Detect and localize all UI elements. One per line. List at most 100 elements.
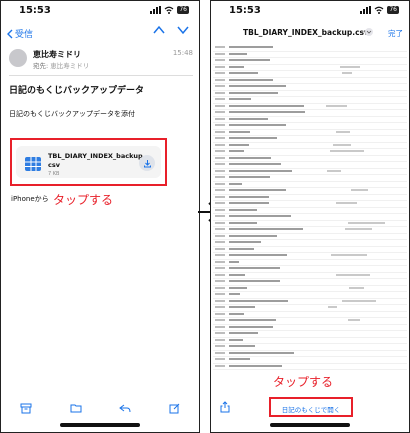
back-button[interactable]: 受信 — [7, 27, 33, 40]
csv-cell — [333, 143, 351, 146]
csv-cell — [229, 280, 280, 282]
csv-cell — [229, 169, 292, 172]
file-preview-screen: 15:53 76 TBL_DIARY_INDEX_backup.csv 完了 タ… — [210, 0, 410, 433]
mail-screen: 15:53 76 受信 恵比寿ミドリ 宛先: 恵比寿ミドリ 15:48 日記のもく… — [0, 0, 200, 433]
csv-cell — [229, 260, 239, 263]
csv-cell — [215, 78, 225, 81]
csv-cell — [215, 286, 225, 289]
csv-cell — [349, 286, 364, 289]
csv-cell — [229, 202, 269, 204]
reply-icon[interactable] — [119, 403, 131, 413]
csv-cell — [215, 345, 225, 347]
csv-cell — [229, 325, 273, 328]
csv-cell — [215, 234, 225, 237]
csv-cell — [229, 189, 286, 191]
file-title: TBL_DIARY_INDEX_backup.csv — [243, 28, 369, 37]
share-icon[interactable] — [219, 401, 231, 413]
csv-cell — [215, 247, 225, 250]
csv-cell — [229, 208, 257, 211]
wifi-icon — [374, 6, 384, 14]
csv-preview — [213, 45, 407, 385]
mail-subject: 日記のもくじバックアップデータ — [9, 86, 145, 96]
attachment-card[interactable]: TBL_DIARY_INDEX_backup.csv 7 KB — [16, 146, 161, 178]
csv-cell — [327, 169, 341, 172]
title-menu-button[interactable] — [365, 28, 373, 36]
csv-cell — [229, 319, 276, 321]
csv-cell — [215, 280, 225, 282]
status-bar: 15:53 76 — [1, 1, 199, 21]
download-button[interactable] — [139, 155, 155, 171]
csv-cell — [342, 72, 352, 74]
csv-cell — [229, 124, 286, 126]
compose-icon[interactable] — [169, 403, 180, 414]
csv-cell — [215, 358, 225, 360]
csv-cell — [215, 260, 225, 263]
csv-cell — [229, 85, 286, 87]
chevron-left-icon — [7, 29, 13, 38]
csv-cell — [215, 293, 225, 295]
csv-cell — [336, 130, 350, 133]
csv-cell — [229, 234, 277, 237]
csv-cell — [229, 130, 250, 133]
csv-cell — [229, 65, 244, 68]
recipient-name[interactable]: 恵比寿ミドリ — [50, 62, 89, 70]
csv-cell — [229, 338, 243, 341]
csv-cell — [229, 293, 240, 295]
csv-cell — [229, 247, 254, 250]
received-time: 15:48 — [172, 49, 193, 57]
csv-cell — [215, 111, 225, 113]
csv-cell — [229, 104, 304, 107]
csv-cell — [215, 221, 225, 224]
csv-cell — [229, 117, 268, 120]
open-in-app-button[interactable]: 日記のもくじで開く — [269, 397, 353, 417]
open-in-app-label: 日記のもくじで開く — [281, 406, 341, 414]
status-icons: 76 — [150, 6, 189, 14]
csv-cell — [229, 195, 269, 198]
csv-cell — [229, 267, 280, 269]
signal-icon — [360, 6, 372, 14]
csv-cell — [336, 273, 370, 276]
csv-cell — [229, 150, 244, 152]
csv-cell — [229, 286, 247, 289]
csv-cell — [215, 91, 225, 94]
folder-icon[interactable] — [70, 403, 82, 413]
csv-cell — [229, 182, 242, 185]
csv-cell — [215, 208, 225, 211]
csv-cell — [215, 267, 225, 269]
csv-cell — [229, 156, 271, 159]
csv-cell — [229, 46, 273, 48]
status-time: 15:53 — [229, 5, 261, 16]
csv-cell — [331, 254, 367, 256]
csv-cell — [229, 221, 257, 224]
csv-cell — [229, 254, 287, 256]
csv-cell — [229, 241, 261, 243]
status-icons: 76 — [360, 6, 399, 14]
archive-icon[interactable] — [20, 403, 32, 414]
csv-cell — [229, 176, 270, 178]
csv-cell — [229, 163, 281, 165]
csv-cell — [215, 319, 225, 321]
csv-cell — [215, 98, 225, 100]
csv-cell — [229, 72, 258, 74]
csv-cell — [215, 169, 225, 172]
home-indicator — [60, 423, 140, 427]
csv-cell — [215, 241, 225, 243]
csv-cell — [229, 312, 244, 315]
csv-cell — [215, 117, 225, 120]
csv-cell — [229, 59, 270, 61]
csv-cell — [229, 228, 303, 230]
sender-name[interactable]: 恵比寿ミドリ — [33, 49, 81, 60]
csv-cell — [229, 137, 277, 139]
battery-icon: 76 — [387, 6, 399, 14]
csv-cell — [215, 46, 225, 48]
csv-cell — [328, 306, 337, 308]
chevron-up-icon[interactable] — [153, 25, 165, 35]
mail-toolbar — [1, 399, 199, 417]
home-indicator — [270, 423, 350, 427]
done-button[interactable]: 完了 — [388, 28, 403, 39]
csv-cell — [215, 299, 225, 302]
mail-nav: 受信 — [1, 25, 199, 43]
csv-cell — [215, 163, 225, 165]
chevron-down-icon[interactable] — [177, 25, 189, 35]
csv-cell — [215, 52, 225, 55]
